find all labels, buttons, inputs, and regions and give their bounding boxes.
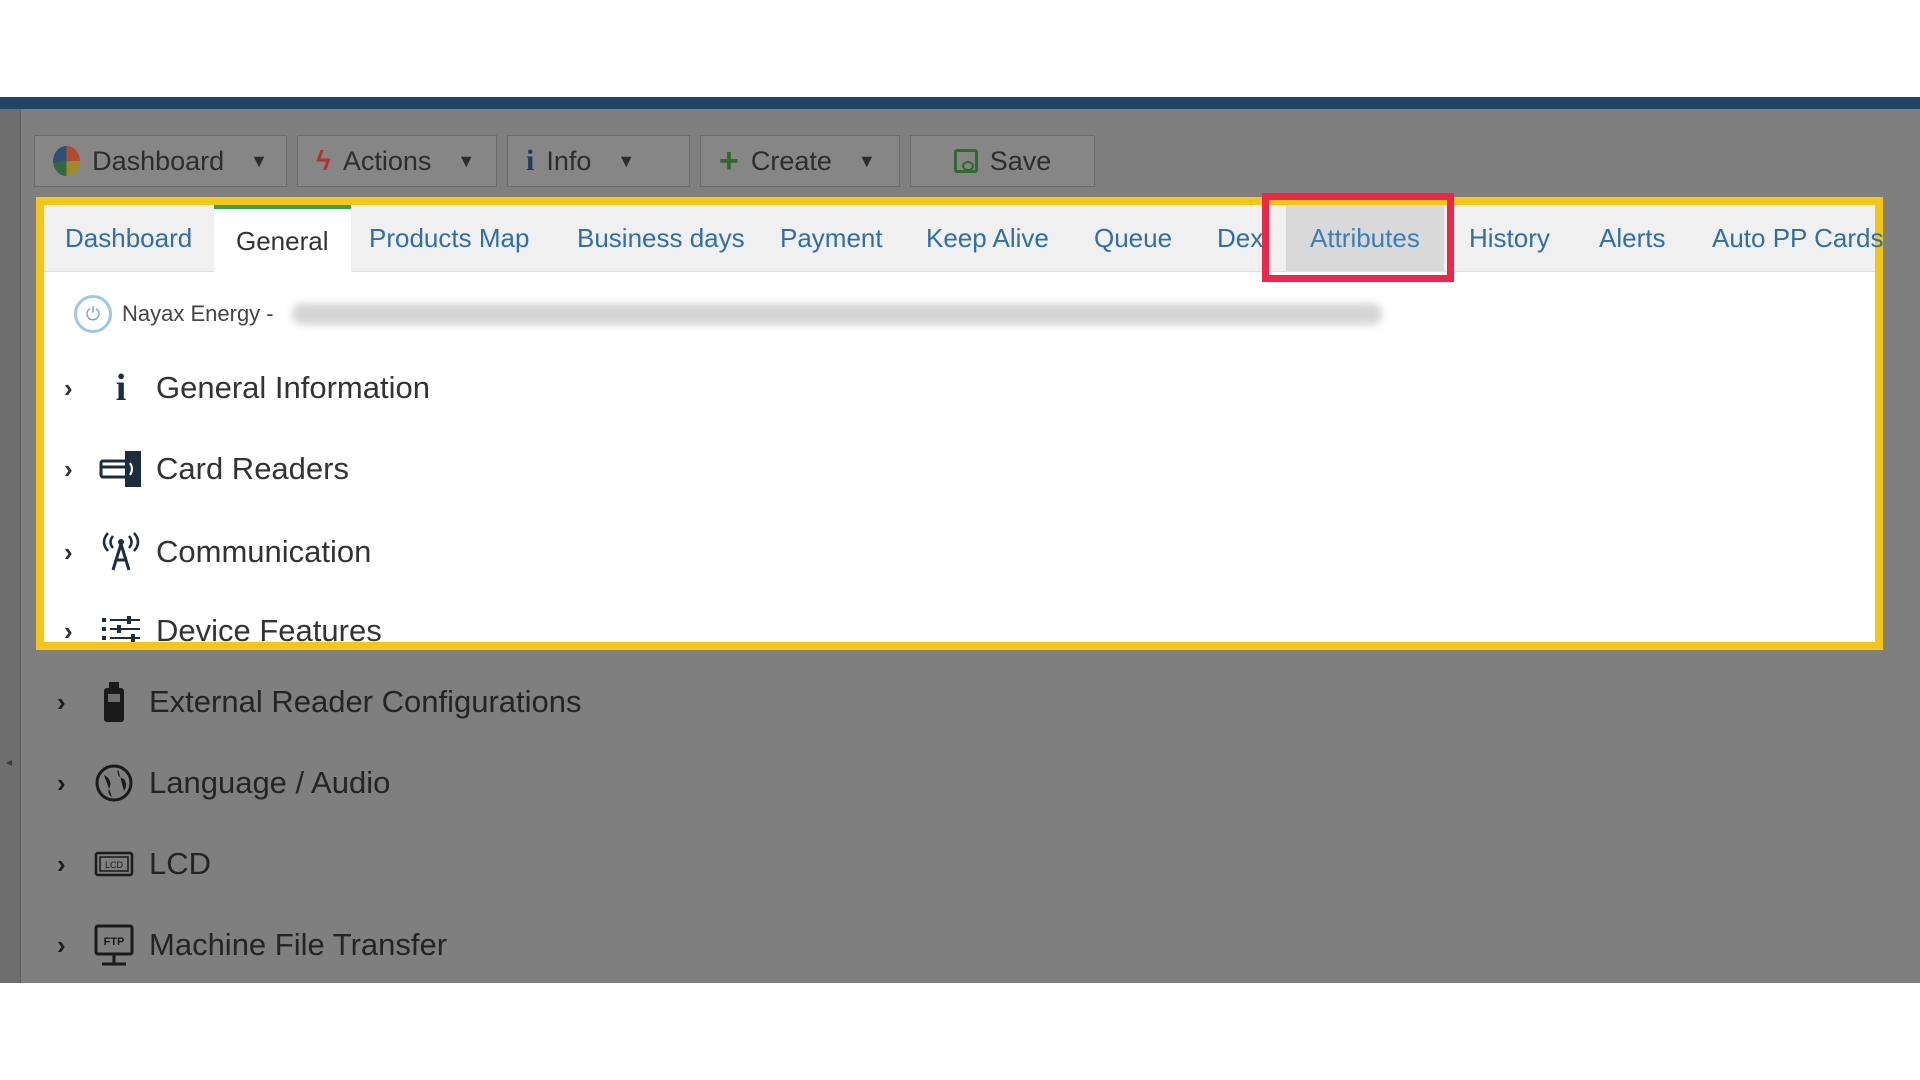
section-lcd[interactable]: › LCD LCD	[57, 839, 211, 889]
dashboard-button-label: Dashboard	[92, 145, 225, 176]
info-icon: i	[115, 367, 127, 409]
tab-history[interactable]: History	[1469, 205, 1550, 271]
section-label: Device Features	[156, 613, 382, 648]
tab-payment[interactable]: Payment	[780, 205, 883, 271]
svg-text:LCD: LCD	[105, 860, 124, 870]
section-device-features[interactable]: › Device Features	[64, 606, 382, 656]
section-external-reader-configurations[interactable]: › External Reader Configurations	[57, 677, 582, 727]
caret-down-icon: ▼	[857, 150, 876, 171]
ev-plug-icon: ⏻	[74, 295, 112, 333]
tab-dashboard[interactable]: Dashboard	[65, 205, 192, 271]
lightning-icon: ϟ	[316, 145, 331, 176]
lcd-icon: LCD	[89, 842, 139, 886]
toolbar: Dashboard ▼ ϟ Actions ▼ i Info ▼ + Creat…	[34, 135, 1095, 189]
chevron-right-icon: ›	[57, 929, 66, 960]
svg-text:FTP: FTP	[104, 936, 125, 948]
create-dropdown-button[interactable]: + Create ▼	[700, 135, 900, 187]
section-label: External Reader Configurations	[149, 684, 582, 719]
card-reader-icon	[96, 447, 146, 491]
device-name: Nayax Energy -	[122, 301, 274, 326]
app-area: ◂ Dashboard ▼ ϟ Actions ▼ i Info ▼ + Cre…	[0, 109, 1920, 983]
caret-down-icon: ▼	[617, 150, 636, 171]
section-card-readers[interactable]: › Card Readers	[64, 444, 349, 494]
external-reader-icon	[89, 680, 139, 724]
chevron-right-icon: ›	[64, 372, 73, 403]
save-button-label: Save	[989, 145, 1052, 176]
chevron-right-icon: ›	[64, 536, 73, 567]
tab-queue[interactable]: Queue	[1094, 205, 1172, 271]
tab-alerts[interactable]: Alerts	[1599, 205, 1665, 271]
actions-dropdown-button[interactable]: ϟ Actions ▼	[297, 135, 497, 187]
section-label: LCD	[149, 846, 212, 881]
section-label: Language / Audio	[149, 765, 391, 800]
section-label: Machine File Transfer	[149, 927, 448, 962]
collapse-arrow-icon[interactable]: ◂	[6, 755, 12, 769]
save-button[interactable]: Save	[910, 135, 1095, 187]
info-button-label: Info	[546, 145, 592, 176]
chevron-right-icon: ›	[64, 615, 73, 646]
redacted-device-details	[291, 303, 1382, 325]
tab-bar: Dashboard General Products Map Business …	[44, 205, 1884, 272]
tab-general[interactable]: General	[214, 205, 351, 272]
tab-attributes[interactable]: Attributes	[1286, 205, 1444, 271]
sidebar-strip[interactable]: ◂	[0, 109, 21, 983]
section-label: Communication	[156, 534, 372, 569]
section-label: General Information	[156, 370, 430, 405]
ftp-icon: FTP	[89, 923, 139, 967]
tab-keep-alive[interactable]: Keep Alive	[926, 205, 1049, 271]
dashboard-dropdown-button[interactable]: Dashboard ▼	[34, 135, 287, 187]
chevron-right-icon: ›	[57, 686, 66, 717]
section-label: Card Readers	[156, 451, 349, 486]
section-communication[interactable]: › Communication	[64, 527, 371, 577]
caret-down-icon: ▼	[250, 150, 268, 171]
tab-products-map[interactable]: Products Map	[369, 205, 529, 271]
info-icon: i	[526, 144, 535, 177]
create-button-label: Create	[750, 145, 832, 176]
section-language-audio[interactable]: › Language / Audio	[57, 758, 390, 808]
tab-auto-pp-cards[interactable]: Auto PP Cards	[1712, 205, 1884, 271]
chevron-right-icon: ›	[57, 767, 66, 798]
chevron-right-icon: ›	[57, 848, 66, 879]
save-icon	[953, 149, 978, 173]
chevron-right-icon: ›	[64, 453, 73, 484]
plus-icon: +	[719, 141, 739, 180]
device-header: ⏻ Nayax Energy -	[74, 295, 1382, 333]
antenna-icon	[96, 530, 146, 574]
tab-dex[interactable]: Dex	[1217, 205, 1263, 271]
info-dropdown-button[interactable]: i Info ▼	[507, 135, 690, 187]
section-general-information[interactable]: › i General Information	[64, 363, 430, 413]
top-header-bar	[0, 97, 1920, 109]
globe-audio-icon	[89, 761, 139, 805]
actions-button-label: Actions	[342, 145, 432, 176]
device-settings-panel: Dashboard General Products Map Business …	[36, 197, 1884, 650]
section-machine-file-transfer[interactable]: › FTP Machine File Transfer	[57, 920, 447, 970]
caret-down-icon: ▼	[457, 150, 476, 171]
pie-chart-icon	[53, 146, 81, 176]
tab-business-days[interactable]: Business days	[577, 205, 745, 271]
list-settings-icon	[96, 609, 146, 653]
